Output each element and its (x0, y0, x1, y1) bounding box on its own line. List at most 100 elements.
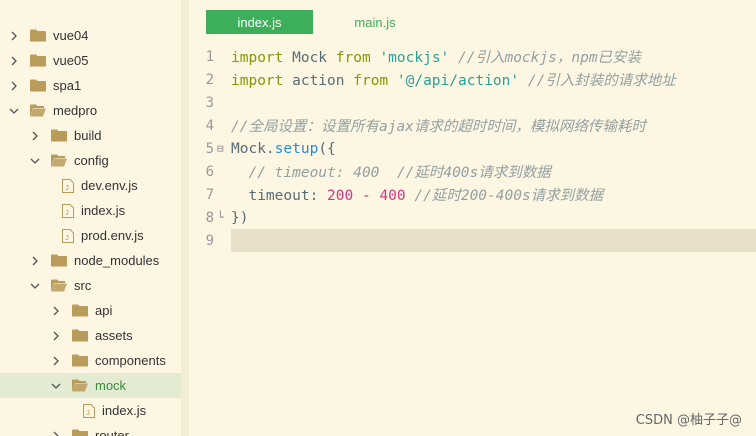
js-file-icon: J (62, 178, 74, 193)
tree-folder-api[interactable]: api (0, 298, 188, 323)
folder-icon (72, 429, 88, 436)
chevron-right-icon[interactable] (29, 130, 41, 142)
code-text: // timeout: 400 //延时400s请求到数据 (231, 161, 551, 182)
tree-file-dev-env-js[interactable]: Jdev.env.js (0, 173, 188, 198)
folder-icon (30, 54, 46, 67)
chevron-right-icon[interactable] (50, 355, 62, 367)
tree-folder-config[interactable]: config (0, 148, 188, 173)
code-text: timeout: 200 - 400 //延时200-400s请求到数据 (231, 184, 603, 205)
code-line[interactable]: 4 //全局设置：设置所有ajax请求的超时时间，模拟网络传输耗时 (190, 114, 756, 137)
line-number: 4 (205, 117, 214, 134)
code-line[interactable]: 8 └}) (190, 206, 756, 229)
code-token: // timeout: 400 //延时400s请求到数据 (248, 165, 551, 181)
tree-item-label: mock (95, 378, 127, 393)
code-line[interactable]: 6 // timeout: 400 //延时400s请求到数据 (190, 160, 756, 183)
tree-folder-src[interactable]: src (0, 273, 188, 298)
tree-file-index-js[interactable]: Jindex.js (0, 198, 188, 223)
folder-icon (30, 29, 46, 42)
code-line[interactable]: 9 (190, 229, 756, 252)
chevron-down-icon[interactable] (8, 105, 20, 117)
code-text: import Mock from 'mockjs' //引入mockjs，npm… (231, 46, 641, 67)
svg-text:J: J (65, 184, 69, 192)
chevron-down-icon[interactable] (29, 155, 41, 167)
code-text: Mock.setup({ (231, 141, 336, 157)
tree-folder-node-modules[interactable]: node_modules (0, 248, 188, 273)
chevron-right-icon[interactable] (29, 255, 41, 267)
chevron-down-icon[interactable] (50, 380, 62, 392)
code-line[interactable]: 1 import Mock from 'mockjs' //引入mockjs，np… (190, 45, 756, 68)
tree-folder-components[interactable]: components (0, 348, 188, 373)
code-token: from (353, 73, 389, 89)
line-number: 2 (205, 71, 214, 88)
chevron-right-icon[interactable] (8, 30, 20, 42)
code-token: 400 (379, 188, 406, 204)
line-number: 7 (205, 186, 214, 203)
tab-bar: index.js main.js (190, 0, 756, 40)
fold-marker-icon[interactable]: └ (217, 211, 227, 224)
code-token: //引入封装的请求地址 (527, 73, 676, 89)
tree-folder-vue04[interactable]: vue04 (0, 23, 188, 48)
code-token: 'mockjs' (379, 50, 450, 66)
tree-folder-router[interactable]: router (0, 423, 188, 436)
code-line[interactable]: 7 timeout: 200 - 400 //延时200-400s请求到数据 (190, 183, 756, 206)
line-number: 6 (205, 163, 214, 180)
tree-item-label: components (95, 353, 166, 368)
code-token: //延时200-400s请求到数据 (414, 188, 604, 204)
tab-index-js[interactable]: index.js (206, 10, 313, 34)
folder-icon (51, 129, 67, 142)
code-text: }) (231, 210, 248, 226)
code-token: timeout: (231, 188, 328, 204)
chevron-down-icon[interactable] (29, 280, 41, 292)
code-token: setup (274, 140, 319, 157)
tree-item-label: router (95, 428, 129, 436)
chevron-right-icon[interactable] (50, 330, 62, 342)
tree-item-label: build (74, 128, 102, 143)
tree-item-label: prod.env.js (81, 228, 144, 243)
folder-icon (51, 279, 67, 292)
chevron-right-icon[interactable] (8, 80, 20, 92)
tree-folder-build[interactable]: build (0, 123, 188, 148)
code-token: }) (231, 209, 249, 226)
tree-item-label: src (74, 278, 92, 293)
code-line[interactable]: 5 ⊟ Mock.setup({ (190, 137, 756, 160)
svg-text:J: J (65, 234, 69, 242)
tab-main-js[interactable]: main.js (340, 10, 410, 34)
chevron-right-icon[interactable] (50, 305, 62, 317)
code-line[interactable]: 2 import action from '@/api/action' //引入封… (190, 68, 756, 91)
code-token: ({ (318, 140, 336, 157)
code-editor[interactable]: index.js main.js 1 import Mock from 'mock… (190, 0, 756, 436)
line-number: 1 (205, 48, 214, 65)
folder-icon (30, 104, 46, 117)
folder-icon (51, 154, 67, 167)
folder-icon (30, 79, 46, 92)
folder-icon (72, 329, 88, 342)
tree-folder-spa1[interactable]: spa1 (0, 73, 188, 98)
js-file-icon: J (62, 228, 74, 243)
tree-item-label: vue05 (53, 53, 89, 68)
svg-text:J: J (86, 409, 90, 417)
tree-file-prod-env-js[interactable]: Jprod.env.js (0, 223, 188, 248)
tree-item-label: dev.env.js (81, 178, 138, 193)
code-line[interactable]: 3 (190, 91, 756, 114)
code-token: import (231, 73, 284, 89)
tree-folder-medpro[interactable]: medpro (0, 98, 188, 123)
tree-folder-vue05[interactable]: vue05 (0, 48, 188, 73)
code-token: //全局设置：设置所有ajax请求的超时时间，模拟网络传输耗时 (231, 119, 646, 135)
js-file-icon: J (83, 403, 95, 418)
fold-marker-icon[interactable]: ⊟ (217, 142, 227, 155)
tree-item-label: spa1 (53, 78, 82, 93)
tree-file-index-js[interactable]: Jindex.js (0, 398, 188, 423)
line-number: 9 (205, 232, 214, 249)
file-explorer: vue04 vue05 spa1 medpro build config Jdev.env.… (0, 0, 189, 436)
sidebar-scrollbar[interactable] (181, 0, 189, 436)
chevron-right-icon[interactable] (50, 430, 62, 436)
folder-icon (72, 354, 88, 367)
chevron-right-icon[interactable] (8, 55, 20, 67)
tree-item-label: assets (95, 328, 133, 343)
tree-folder-assets[interactable]: assets (0, 323, 188, 348)
tree-folder-mock[interactable]: mock (0, 373, 181, 398)
code-token: action (283, 73, 354, 89)
tree-item-label: vue04 (53, 28, 89, 43)
